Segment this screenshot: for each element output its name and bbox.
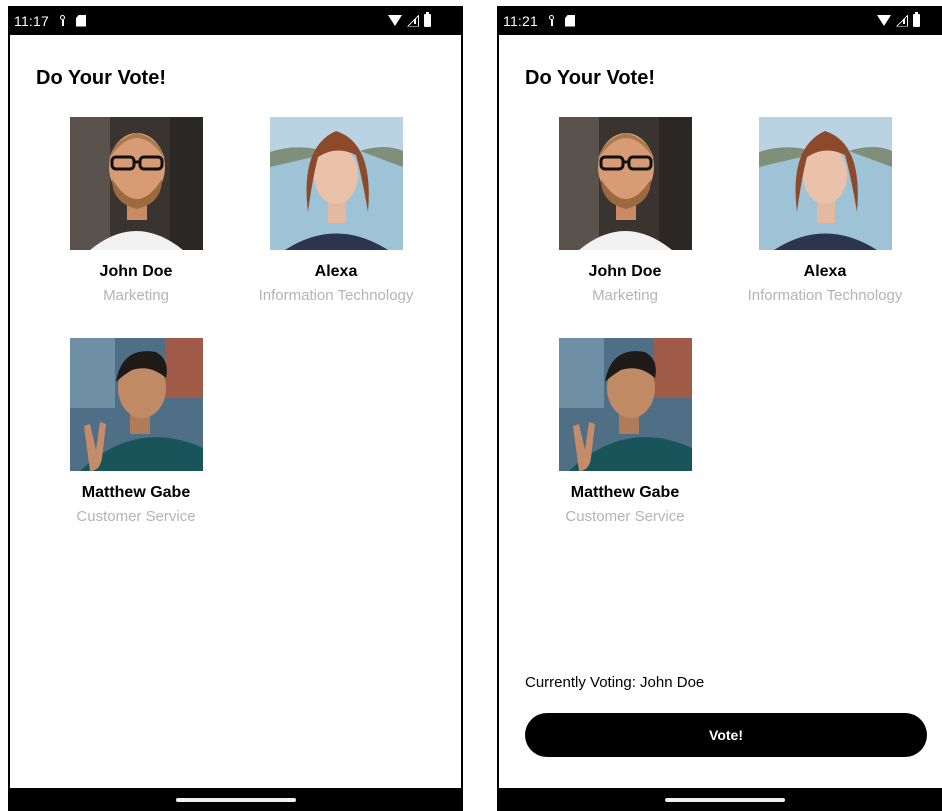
candidate-photo-alexa: [758, 117, 892, 250]
candidate-department: Information Technology: [258, 287, 414, 304]
status-right-icons: [388, 12, 431, 27]
cell-signal-icon: [407, 15, 419, 27]
candidate-department: Information Technology: [747, 287, 903, 304]
home-indicator[interactable]: [664, 798, 785, 802]
status-bar: 11:17: [10, 6, 461, 35]
wifi-icon: [877, 15, 891, 26]
vote-button[interactable]: Vote!: [525, 713, 927, 757]
status-time: 11:21: [503, 12, 538, 29]
battery-icon: [424, 12, 431, 27]
candidate-name: Alexa: [314, 263, 358, 280]
wifi-icon: [388, 15, 402, 26]
status-bar: 11:21: [499, 6, 942, 35]
sd-card-icon: [565, 14, 575, 27]
usb-debug-icon: [59, 15, 67, 26]
candidate-photo-matthew-gabe: [558, 338, 692, 471]
left-phone-screen: 11:17 Do Your Vote! John Doe Marketing A…: [8, 6, 463, 811]
status-left-icons: [59, 14, 86, 27]
navigation-bar: [499, 788, 942, 811]
candidate-name: Matthew Gabe: [81, 484, 191, 501]
candidate-name: John Doe: [588, 263, 662, 280]
candidate-name: Matthew Gabe: [570, 484, 680, 501]
usb-debug-icon: [548, 15, 556, 26]
candidate-photo-matthew-gabe: [69, 338, 203, 471]
candidate-department: Customer Service: [76, 508, 196, 525]
page-title: Do Your Vote!: [36, 67, 166, 89]
candidate-card-john-doe[interactable]: John Doe Marketing: [36, 117, 236, 304]
candidate-department: Customer Service: [565, 508, 685, 525]
home-indicator[interactable]: [175, 798, 296, 802]
candidate-name: Alexa: [803, 263, 847, 280]
candidate-card-alexa[interactable]: Alexa Information Technology: [236, 117, 436, 304]
status-left-icons: [548, 14, 575, 27]
navigation-bar: [10, 788, 461, 811]
right-phone-screen: 11:21 Do Your Vote! John Doe Marketing A…: [497, 6, 942, 811]
candidate-department: Marketing: [592, 287, 658, 304]
current-vote-label: Currently Voting: John Doe: [525, 674, 705, 691]
status-right-icons: [877, 12, 920, 27]
candidate-card-john-doe[interactable]: John Doe Marketing: [525, 117, 725, 304]
status-time: 11:17: [14, 12, 49, 29]
candidate-name: John Doe: [99, 263, 173, 280]
candidate-card-matthew-gabe[interactable]: Matthew Gabe Customer Service: [36, 338, 236, 525]
candidate-photo-john-doe: [69, 117, 203, 250]
candidate-department: Marketing: [103, 287, 169, 304]
sd-card-icon: [76, 14, 86, 27]
cell-signal-icon: [896, 15, 908, 27]
battery-icon: [913, 12, 920, 27]
page-title: Do Your Vote!: [525, 67, 655, 89]
candidate-photo-alexa: [269, 117, 403, 250]
comparison-stage: 11:17 Do Your Vote! John Doe Marketing A…: [0, 0, 942, 811]
candidate-card-matthew-gabe[interactable]: Matthew Gabe Customer Service: [525, 338, 725, 525]
candidate-photo-john-doe: [558, 117, 692, 250]
candidate-card-alexa[interactable]: Alexa Information Technology: [725, 117, 925, 304]
